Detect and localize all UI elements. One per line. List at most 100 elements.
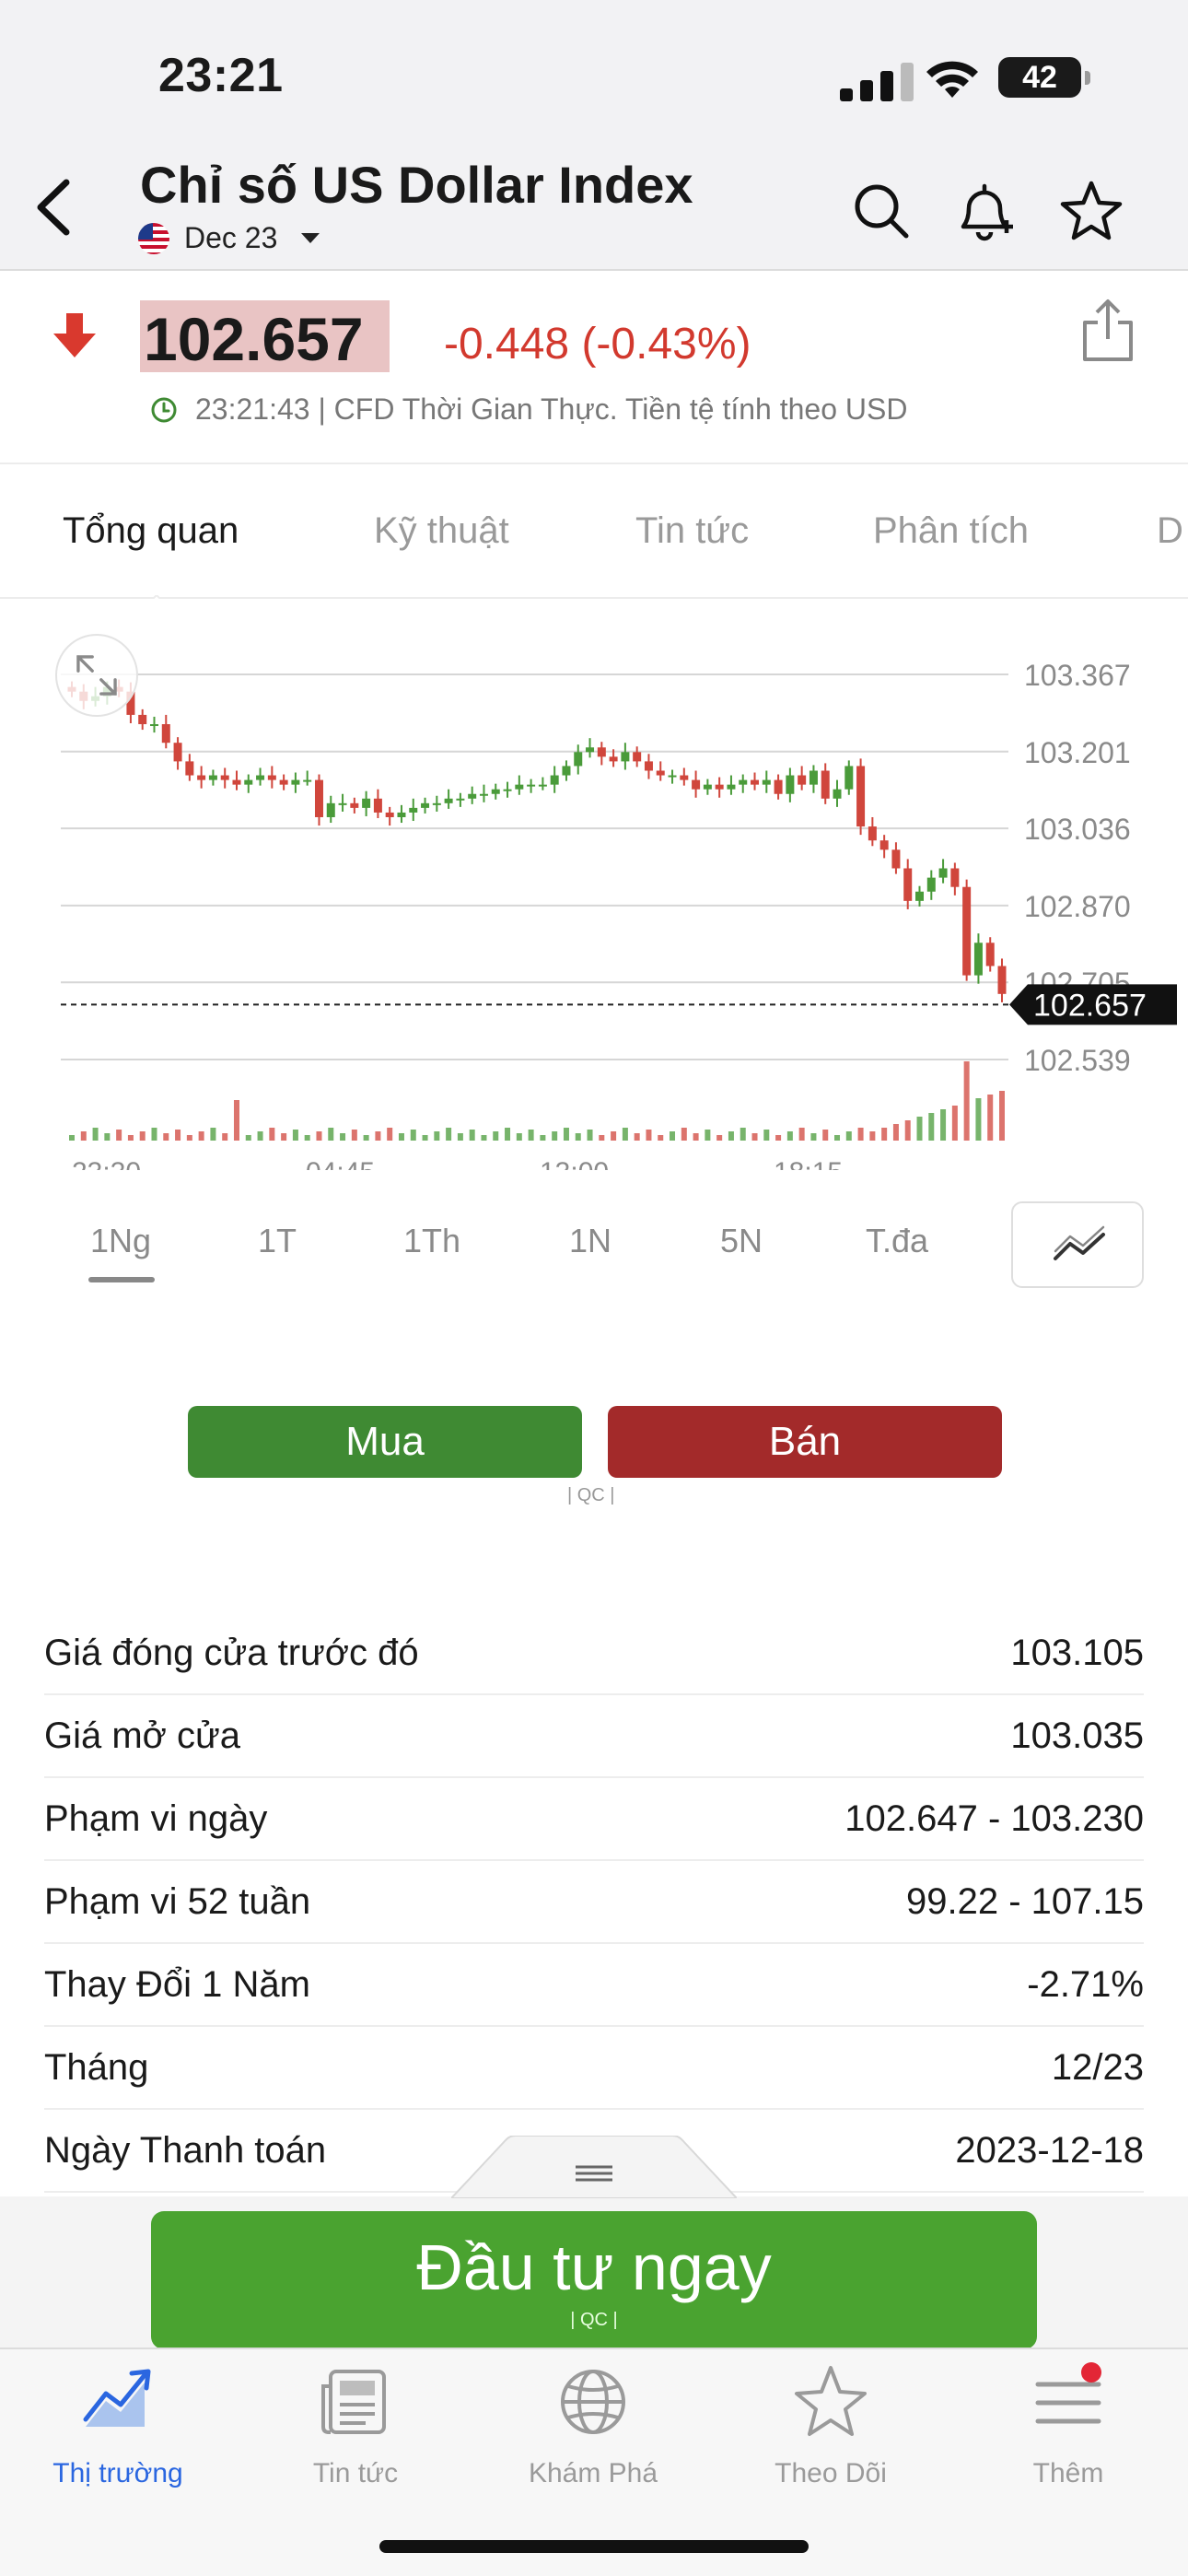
tab-analysis[interactable]: Phân tích — [873, 510, 1029, 552]
candle-body — [668, 775, 677, 778]
range-max[interactable]: T.đa — [866, 1222, 928, 1260]
volume-bar — [351, 1130, 357, 1141]
candle-body — [692, 779, 701, 790]
candle-body — [421, 802, 430, 808]
volume-bar — [740, 1128, 746, 1141]
section-tabs: Tổng quan Kỹ thuật Tin tức Phân tích D — [0, 464, 1188, 608]
volume-bar — [328, 1128, 334, 1141]
contract-selector[interactable]: Dec 23 — [138, 221, 320, 255]
tab-technical[interactable]: Kỹ thuật — [374, 510, 509, 552]
candle-body — [197, 775, 206, 780]
volume-bar — [693, 1133, 699, 1141]
tabbar-explore[interactable]: Khám Phá — [492, 2362, 694, 2489]
tab-more[interactable]: D — [1157, 510, 1183, 552]
instrument-header: Chỉ số US Dollar Index Dec 23 — [0, 147, 1188, 271]
range-1-month[interactable]: 1Th — [403, 1222, 460, 1260]
candle-body — [279, 779, 288, 785]
battery-icon: 42 — [998, 57, 1090, 98]
stat-row-day-range: Phạm vi ngày 102.647 - 103.230 — [44, 1778, 1144, 1861]
ad-label: | QC | — [567, 1485, 615, 1505]
tabbar-watchlist[interactable]: Theo Dõi — [729, 2362, 932, 2489]
volume-bar — [681, 1128, 687, 1141]
chart-icon — [83, 2369, 151, 2427]
tabbar-news[interactable]: Tin tức — [254, 2362, 457, 2489]
candle-body — [950, 868, 960, 887]
volume-bar — [646, 1130, 652, 1141]
volume-bar — [304, 1135, 310, 1141]
tabbar-more[interactable]: Thêm — [967, 2362, 1170, 2489]
candle-body — [586, 747, 595, 753]
range-1-week[interactable]: 1T — [258, 1222, 297, 1260]
stat-row-52-week-range: Phạm vi 52 tuần 99.22 - 107.15 — [44, 1861, 1144, 1944]
tabbar-markets[interactable]: Thị trường — [17, 2362, 219, 2489]
volume-bar — [316, 1131, 322, 1141]
range-1-day[interactable]: 1Ng — [90, 1222, 151, 1260]
candle-body — [456, 798, 465, 801]
candle-body — [303, 779, 312, 782]
volume-bar — [763, 1130, 770, 1141]
candle-body — [809, 770, 818, 785]
volume-bar — [210, 1128, 216, 1141]
candle-body — [208, 775, 217, 780]
candle-body — [962, 886, 972, 976]
line-chart-icon — [1054, 1225, 1105, 1260]
stat-value: 99.22 - 107.15 — [906, 1880, 1144, 1922]
volume-bar — [469, 1130, 475, 1141]
active-range-indicator — [88, 1277, 155, 1282]
volume-bar — [422, 1135, 428, 1141]
stat-value: -2.71% — [1027, 1963, 1144, 2005]
volume-bar — [375, 1131, 381, 1141]
add-alert-bell-icon[interactable] — [952, 179, 1017, 243]
volume-bar — [127, 1135, 134, 1141]
timeframe-selector: 1Ng 1T 1Th 1N 5N T.đa — [0, 1198, 1188, 1308]
volume-bar — [104, 1133, 111, 1141]
candle-body — [338, 802, 347, 805]
expand-chart-icon[interactable] — [55, 634, 138, 717]
share-icon[interactable] — [1079, 299, 1136, 363]
volume-bar — [881, 1128, 888, 1141]
buy-button[interactable]: Mua — [188, 1406, 582, 1478]
sell-button[interactable]: Bán — [608, 1406, 1002, 1478]
back-chevron-icon[interactable] — [28, 175, 83, 240]
candle-body — [138, 714, 147, 725]
y-axis-label: 102.539 — [1024, 1044, 1131, 1077]
watchlist-star-icon[interactable] — [1059, 179, 1124, 243]
candle-body — [385, 812, 394, 817]
y-axis-label: 103.367 — [1024, 659, 1131, 692]
y-axis-label: 102.870 — [1024, 890, 1131, 923]
volume-bar — [916, 1117, 923, 1141]
volume-bar — [233, 1100, 239, 1141]
drawer-handle[interactable] — [451, 2136, 737, 2198]
volume-bar — [834, 1135, 841, 1141]
range-1-year[interactable]: 1N — [569, 1222, 611, 1260]
tab-overview[interactable]: Tổng quan — [63, 510, 239, 552]
stat-row-open: Giá mở cửa 103.035 — [44, 1695, 1144, 1778]
candle-body — [644, 761, 653, 771]
candlestick-chart[interactable]: 103.367103.201103.036102.870102.705102.5… — [0, 599, 1188, 1170]
price-change: -0.448 (-0.43%) — [444, 320, 751, 369]
candle-body — [844, 766, 854, 790]
search-icon[interactable] — [849, 179, 914, 243]
candle-body — [350, 802, 359, 808]
volume-bar — [186, 1135, 192, 1141]
volume-bar — [505, 1128, 511, 1141]
y-axis-label: 103.036 — [1024, 813, 1131, 846]
candle-body — [373, 798, 382, 813]
volume-bar — [716, 1135, 723, 1141]
volume-bar — [446, 1128, 452, 1141]
tabbar-label: Tin tức — [312, 2458, 399, 2488]
stat-value: 2023-12-18 — [955, 2129, 1144, 2171]
stat-label: Phạm vi 52 tuần — [44, 1880, 311, 1922]
volume-bar — [634, 1133, 640, 1141]
candle-body — [574, 752, 583, 767]
volume-bar — [69, 1135, 75, 1141]
cellular-signal-icon — [840, 63, 914, 101]
invest-now-button[interactable]: Đầu tư ngay | QC | — [151, 2211, 1037, 2349]
tab-news[interactable]: Tin tức — [635, 510, 749, 552]
range-5-year[interactable]: 5N — [720, 1222, 763, 1260]
candle-body — [680, 775, 689, 780]
chart-type-button[interactable] — [1011, 1201, 1144, 1288]
tabbar-label: Khám Phá — [528, 2458, 658, 2488]
y-axis-label: 103.201 — [1024, 736, 1131, 769]
candle-body — [856, 766, 866, 827]
